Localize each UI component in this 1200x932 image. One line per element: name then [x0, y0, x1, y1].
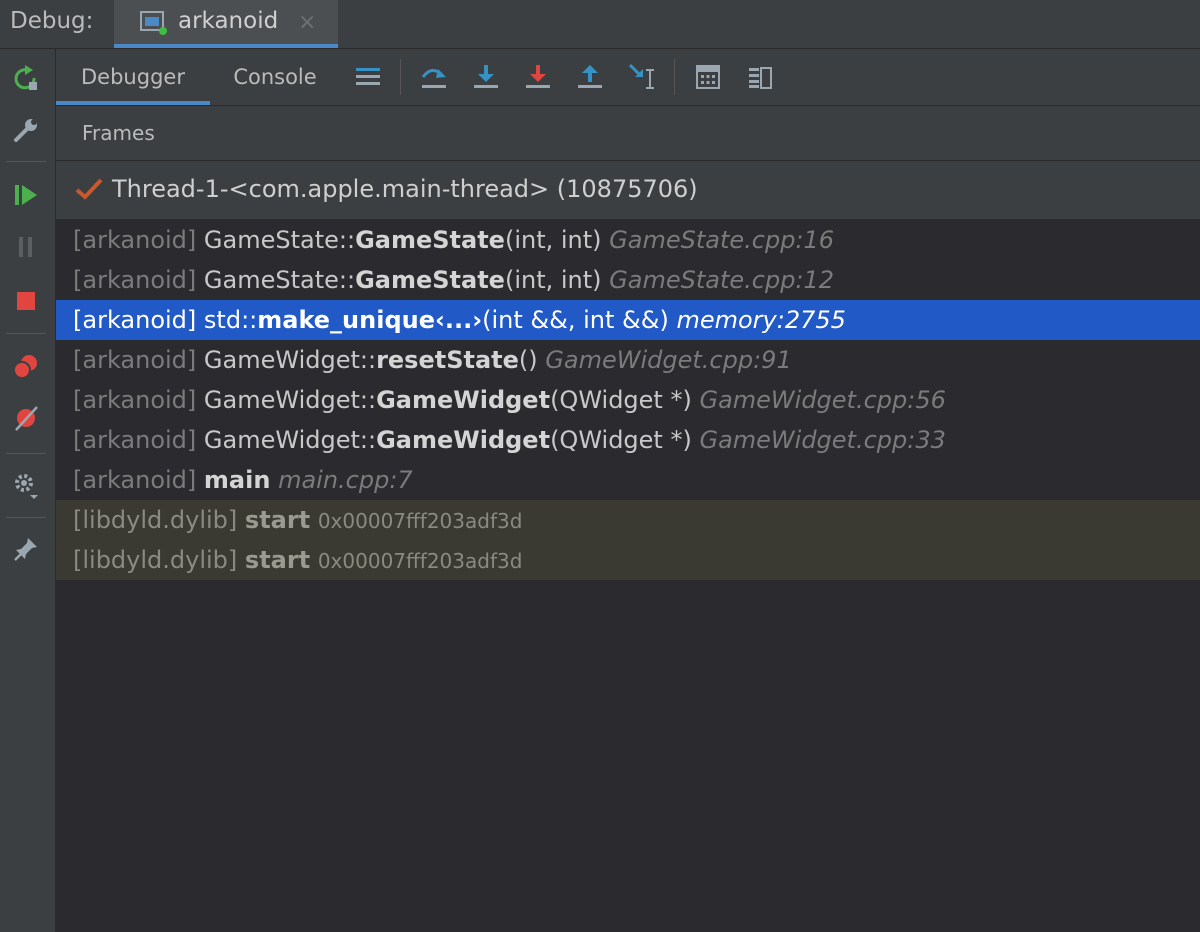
- step-into-icon[interactable]: [470, 61, 502, 93]
- wrench-icon[interactable]: [10, 114, 42, 146]
- view-breakpoints-icon[interactable]: [10, 351, 42, 383]
- tab-console[interactable]: Console: [216, 49, 334, 105]
- pause-icon[interactable]: [10, 231, 42, 263]
- show-execution-point-icon[interactable]: [352, 61, 384, 93]
- step-over-icon[interactable]: [418, 61, 450, 93]
- debugger-toolbar: Debugger Console: [56, 49, 1200, 106]
- app-window-icon: [140, 10, 168, 36]
- tab-debugger[interactable]: Debugger: [56, 49, 210, 105]
- frames-list: [arkanoid] GameState::GameState(int, int…: [56, 220, 1200, 580]
- evaluate-expression-icon[interactable]: [692, 61, 724, 93]
- session-tab-arkanoid[interactable]: arkanoid ×: [114, 0, 338, 48]
- frame-row[interactable]: [arkanoid] GameState::GameState(int, int…: [56, 260, 1200, 300]
- checkmark-icon: [74, 175, 104, 207]
- frames-panel-header: Frames: [56, 106, 1200, 161]
- debug-tool-window-header: Debug: arkanoid ×: [0, 0, 1200, 49]
- frame-row[interactable]: [arkanoid] GameWidget::GameWidget(QWidge…: [56, 420, 1200, 460]
- frames-title: Frames: [82, 121, 155, 145]
- frame-row[interactable]: [arkanoid] GameState::GameState(int, int…: [56, 220, 1200, 260]
- stop-icon[interactable]: [10, 285, 42, 317]
- run-to-cursor-icon[interactable]: [626, 61, 658, 93]
- settings-icon[interactable]: [10, 469, 42, 501]
- library-frame-row[interactable]: [libdyld.dylib] start 0x00007fff203adf3d: [56, 500, 1200, 540]
- library-frame-row[interactable]: [libdyld.dylib] start 0x00007fff203adf3d: [56, 540, 1200, 580]
- mute-breakpoints-icon[interactable]: [10, 402, 42, 434]
- force-step-into-icon[interactable]: [522, 61, 554, 93]
- session-tab-label: arkanoid: [178, 8, 279, 34]
- thread-selector[interactable]: Thread-1-<com.apple.main-thread> (108757…: [56, 161, 1200, 220]
- frame-row[interactable]: [arkanoid] GameWidget::resetState() Game…: [56, 340, 1200, 380]
- restore-layout-icon[interactable]: [744, 61, 776, 93]
- thread-label: Thread-1-<com.apple.main-thread> (108757…: [112, 175, 698, 203]
- rerun-icon[interactable]: [10, 63, 42, 95]
- frame-row[interactable]: [arkanoid] GameWidget::GameWidget(QWidge…: [56, 380, 1200, 420]
- frame-row[interactable]: [arkanoid] main main.cpp:7: [56, 460, 1200, 500]
- frame-row-selected[interactable]: [arkanoid] std::make_unique‹...›(int &&,…: [56, 300, 1200, 340]
- pin-icon[interactable]: [10, 533, 42, 565]
- debug-label: Debug:: [10, 8, 94, 34]
- resume-icon[interactable]: [10, 179, 42, 211]
- close-tab-icon[interactable]: ×: [298, 10, 316, 35]
- debug-actions-sidebar: [0, 49, 56, 932]
- step-out-icon[interactable]: [574, 61, 606, 93]
